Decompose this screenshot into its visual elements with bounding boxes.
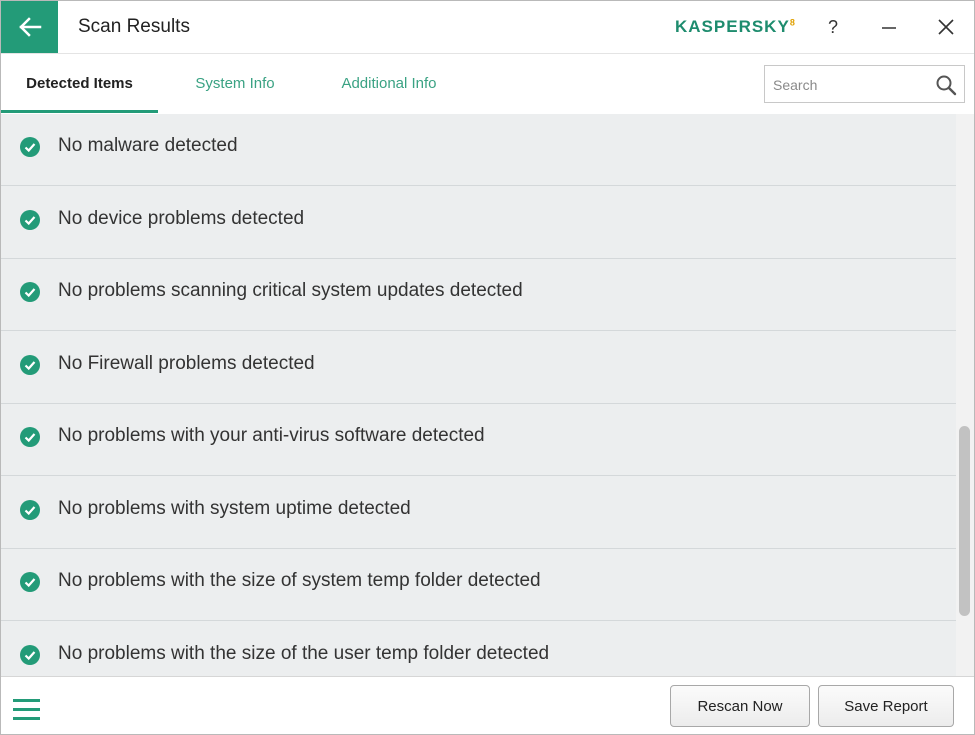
result-label: No problems with system uptime detected [58,498,411,519]
title-bar: Scan Results KASPERSKY8 ? [1,1,974,53]
close-icon [938,19,954,35]
rescan-now-button[interactable]: Rescan Now [670,685,810,727]
check-circle-icon [20,572,40,592]
result-label: No problems scanning critical system upd… [58,280,523,301]
search-input[interactable] [771,72,933,98]
result-label: No problems with the size of the user te… [58,643,550,664]
check-circle-icon [20,427,40,447]
hamburger-menu-icon[interactable] [13,697,41,723]
tab-bar: Detected Items System Info Additional In… [1,53,974,116]
scan-results-window: Scan Results KASPERSKY8 ? Detected Items… [0,0,975,735]
result-label: No device problems detected [58,208,305,229]
check-circle-icon [20,645,40,665]
scrollbar-thumb[interactable] [959,426,970,616]
list-item: No problems with system uptime detected [1,476,956,549]
save-report-button[interactable]: Save Report [818,685,954,727]
back-button[interactable] [1,1,58,53]
minimize-button[interactable] [871,9,907,45]
close-button[interactable] [928,9,964,45]
page-title: Scan Results [78,16,190,37]
search-icon[interactable] [934,73,958,97]
footer-bar: Rescan Now Save Report [1,676,974,734]
brand-name: KASPERSKY [675,17,790,36]
list-item: No problems with your anti-virus softwar… [1,404,956,476]
check-circle-icon [20,355,40,375]
check-circle-icon [20,282,40,302]
list-item: No Firewall problems detected [1,331,956,404]
brand-mark: 8 [789,17,796,28]
result-label: No problems with your anti-virus softwar… [58,425,485,446]
result-label: No problems with the size of system temp… [58,570,541,591]
list-item: No problems with the size of the user te… [1,621,956,676]
check-circle-icon [20,210,40,230]
list-item: No problems with the size of system temp… [1,549,956,621]
tab-detected-items[interactable]: Detected Items [1,54,158,113]
list-item: No problems scanning critical system upd… [1,259,956,331]
help-button[interactable]: ? [815,9,851,45]
search-box [764,65,965,103]
tab-system-info[interactable]: System Info [177,54,293,113]
list-item: No device problems detected [1,186,956,259]
result-label: No malware detected [58,135,238,156]
tab-additional-info[interactable]: Additional Info [319,54,459,113]
check-circle-icon [20,137,40,157]
check-circle-icon [20,500,40,520]
list-item: No malware detected [1,114,956,186]
arrow-left-icon [18,17,41,37]
kaspersky-logo: KASPERSKY8 [675,17,796,37]
minimize-icon [882,27,896,29]
results-list: No malware detected No device problems d… [1,114,956,676]
result-label: No Firewall problems detected [58,353,315,374]
